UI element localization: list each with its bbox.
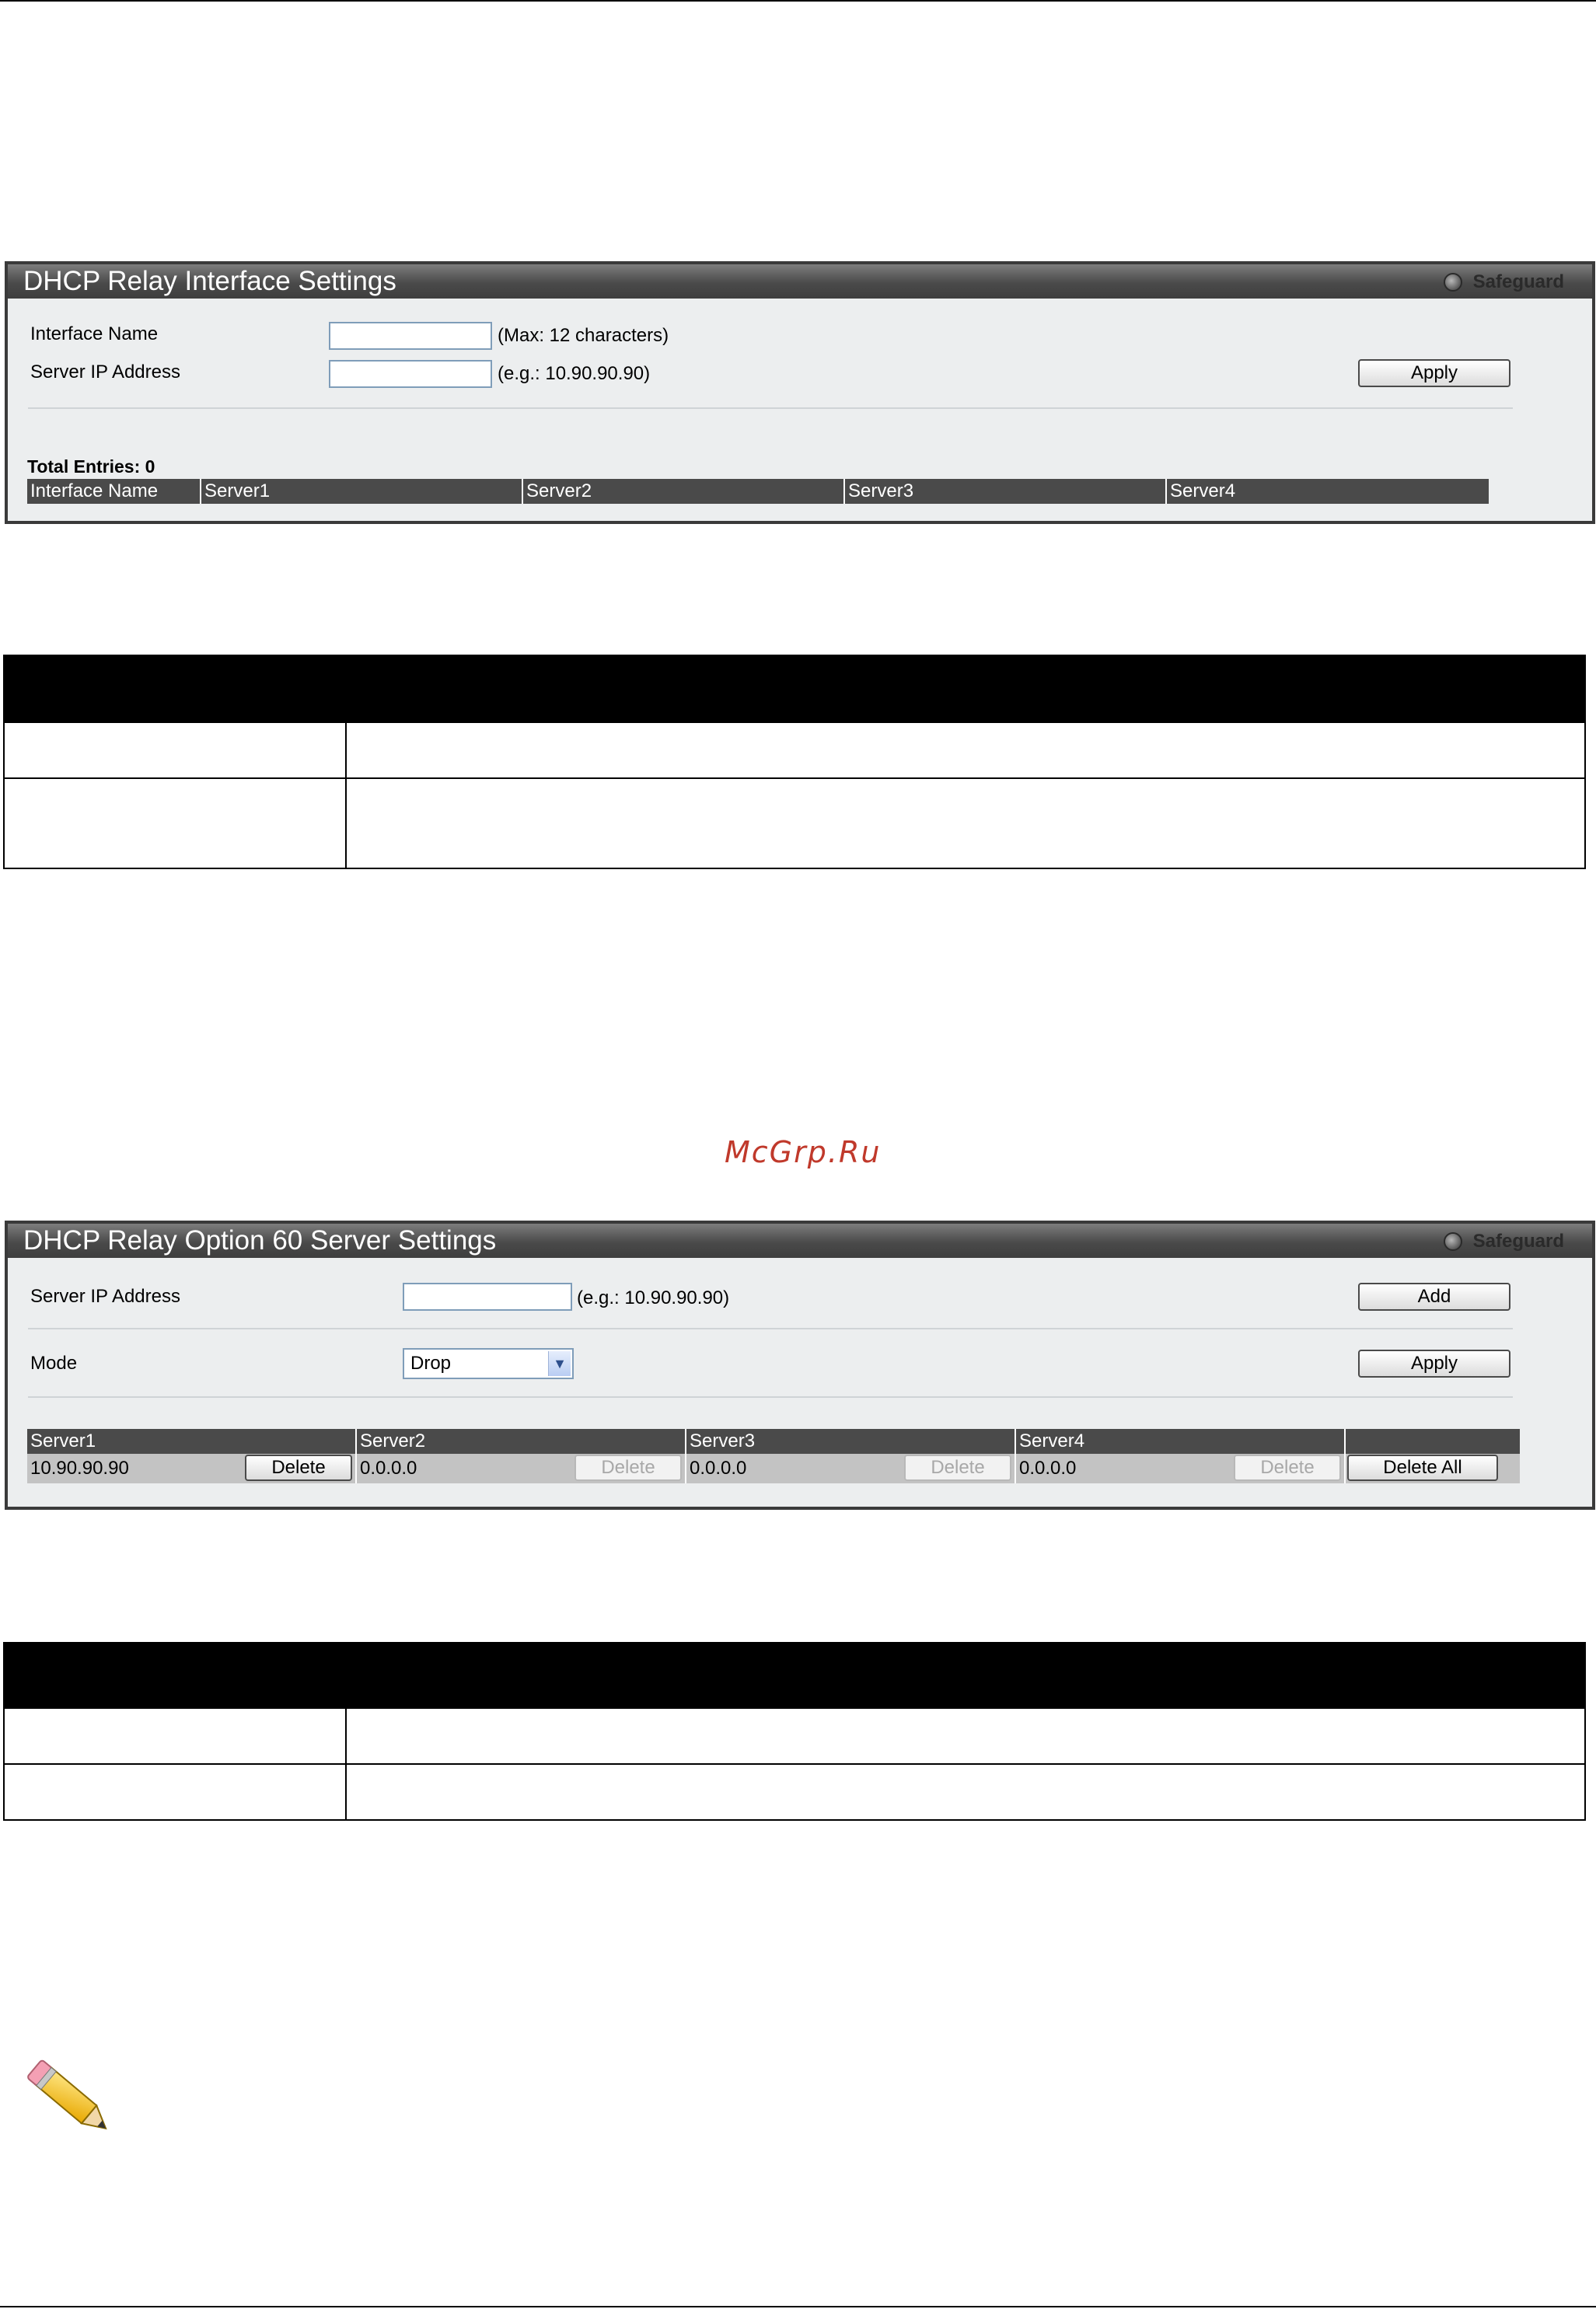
mode-selected-value: Drop [410, 1353, 452, 1374]
panel-title: DHCP Relay Interface Settings [23, 266, 396, 296]
pencil-icon-svg [27, 2059, 107, 2130]
interface-name-hint: (Max: 12 characters) [498, 325, 669, 346]
safeguard-label: Safeguard [1472, 271, 1564, 292]
parameter-table-1 [3, 655, 1586, 869]
pencil-icon [17, 2052, 134, 2154]
add-button[interactable]: Add [1358, 1283, 1510, 1311]
panel-title-bar: DHCP Relay Interface Settings Safeguard [8, 264, 1592, 299]
col-server4: Server4 [1016, 1429, 1346, 1454]
mode-select[interactable]: Drop ▼ [403, 1348, 574, 1379]
parameter-table-2 [3, 1642, 1586, 1821]
interface-table-header: Interface Name Server1 Server2 Server3 S… [27, 479, 1489, 504]
apply-button[interactable]: Apply [1358, 1350, 1510, 1378]
server1-value: 10.90.90.90 [30, 1458, 129, 1479]
safeguard-icon [1443, 1232, 1462, 1251]
server3-cell: 0.0.0.0 Delete [686, 1454, 1016, 1483]
dhcp-relay-interface-panel: DHCP Relay Interface Settings Safeguard … [5, 261, 1595, 524]
delete-all-button[interactable]: Delete All [1347, 1455, 1498, 1481]
col-actions [1346, 1429, 1520, 1454]
interface-name-label: Interface Name [30, 323, 159, 344]
actions-cell: Delete All [1346, 1454, 1520, 1483]
safeguard-indicator: Safeguard [1443, 271, 1564, 293]
server1-cell: 10.90.90.90 Delete [27, 1454, 357, 1483]
server-ip-input[interactable] [403, 1283, 572, 1311]
parameter-table-header [3, 1642, 1586, 1709]
apply-button[interactable]: Apply [1358, 359, 1510, 387]
divider [28, 407, 1513, 409]
server-ip-label: Server IP Address [30, 362, 180, 383]
parameter-row [3, 1763, 1586, 1821]
col-server2: Server2 [523, 479, 845, 504]
top-rule [0, 0, 1596, 2]
safeguard-indicator: Safeguard [1443, 1231, 1564, 1252]
col-server2: Server2 [357, 1429, 686, 1454]
table-row: 10.90.90.90 Delete 0.0.0.0 Delete 0.0.0.… [27, 1454, 1520, 1483]
dhcp-relay-option60-panel: DHCP Relay Option 60 Server Settings Saf… [5, 1221, 1595, 1510]
delete-server4-button[interactable]: Delete [1234, 1455, 1341, 1481]
chevron-down-icon[interactable]: ▼ [548, 1351, 571, 1376]
server-ip-hint: (e.g.: 10.90.90.90) [577, 1287, 730, 1308]
panel-title: DHCP Relay Option 60 Server Settings [23, 1225, 497, 1256]
server4-value: 0.0.0.0 [1019, 1458, 1077, 1479]
delete-server1-button[interactable]: Delete [245, 1455, 352, 1481]
server3-value: 0.0.0.0 [690, 1458, 747, 1479]
col-server3: Server3 [845, 479, 1167, 504]
server-ip-hint: (e.g.: 10.90.90.90) [498, 363, 651, 384]
interface-name-input[interactable] [329, 322, 492, 350]
divider [28, 1396, 1513, 1398]
col-server1: Server1 [27, 1429, 357, 1454]
delete-server3-button[interactable]: Delete [904, 1455, 1011, 1481]
server2-value: 0.0.0.0 [360, 1458, 417, 1479]
mode-label: Mode [30, 1353, 78, 1374]
parameter-row [3, 1707, 1586, 1765]
watermark-text: McGrp.Ru [725, 1135, 882, 1169]
server-ip-label: Server IP Address [30, 1286, 180, 1307]
server-ip-input[interactable] [329, 360, 492, 388]
server4-cell: 0.0.0.0 Delete [1016, 1454, 1346, 1483]
parameter-table-header [3, 655, 1586, 723]
total-entries: Total Entries: 0 [27, 456, 155, 477]
col-server4: Server4 [1170, 480, 1236, 501]
col-server3: Server3 [686, 1429, 1016, 1454]
option60-table-header: Server1 Server2 Server3 Server4 [27, 1429, 1520, 1454]
parameter-row [3, 777, 1586, 869]
divider [28, 1328, 1513, 1329]
safeguard-icon [1443, 273, 1462, 292]
panel-title-bar: DHCP Relay Option 60 Server Settings Saf… [8, 1224, 1592, 1258]
parameter-row [3, 721, 1586, 779]
server2-cell: 0.0.0.0 Delete [357, 1454, 686, 1483]
bottom-rule [0, 2306, 1596, 2307]
col-interface-name: Interface Name [27, 479, 201, 504]
delete-server2-button[interactable]: Delete [574, 1455, 682, 1481]
col-server1: Server1 [201, 479, 523, 504]
safeguard-label: Safeguard [1472, 1231, 1564, 1252]
